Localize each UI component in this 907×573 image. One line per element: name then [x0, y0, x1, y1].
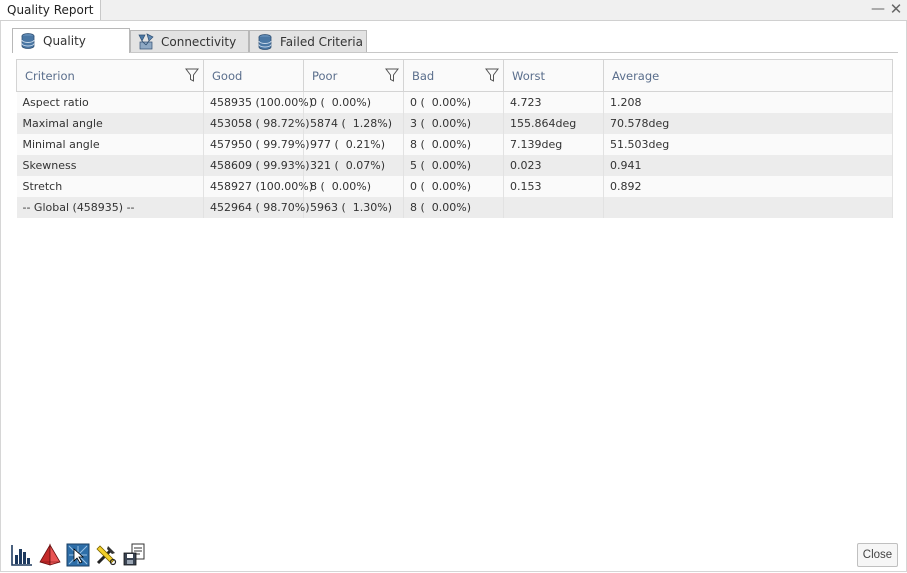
cell-bad: 3 ( 0.00%): [403, 113, 504, 134]
cell-average: [603, 197, 893, 218]
quality-table: Criterion Good Poor Bad Worst Average As…: [16, 59, 893, 219]
cell-average: 1.208: [603, 91, 893, 113]
table-row[interactable]: Maximal angle 453058 ( 98.72%) 5874 ( 1.…: [16, 113, 893, 134]
cell-criterion: Stretch: [16, 176, 204, 197]
cell-bad: 0 ( 0.00%): [403, 176, 504, 197]
filter-icon[interactable]: [385, 68, 399, 83]
cell-average: 0.892: [603, 176, 893, 197]
cell-worst: 4.723: [503, 91, 604, 113]
table-row[interactable]: Aspect ratio 458935 (100.00%) 0 ( 0.00%)…: [16, 91, 893, 113]
tab-failed-criteria[interactable]: Failed Criteria: [249, 30, 367, 52]
cell-worst: [503, 197, 604, 218]
cell-average: 0.941: [603, 155, 893, 176]
cell-good: 457950 ( 99.79%): [203, 134, 310, 155]
cell-criterion: Maximal angle: [16, 113, 204, 134]
cell-good: 453058 ( 98.72%): [203, 113, 310, 134]
column-header-bad[interactable]: Bad: [403, 59, 504, 92]
table-row-global[interactable]: -- Global (458935) -- 452964 ( 98.70%) 5…: [16, 197, 893, 218]
column-header-good[interactable]: Good: [203, 59, 304, 92]
cell-poor: 8 ( 0.00%): [303, 176, 404, 197]
cell-poor: 321 ( 0.07%): [303, 155, 404, 176]
cell-poor: 5963 ( 1.30%): [303, 197, 404, 218]
cell-good: 452964 ( 98.70%): [203, 197, 310, 218]
column-header-label: Good: [212, 68, 243, 83]
table-row[interactable]: Stretch 458927 (100.00%) 8 ( 0.00%) 0 ( …: [16, 176, 893, 197]
tab-quality-label: Quality: [43, 34, 86, 48]
cell-worst: 155.864deg: [503, 113, 604, 134]
cell-worst: 7.139deg: [503, 134, 604, 155]
cell-good: 458609 ( 99.93%): [203, 155, 310, 176]
connectivity-icon: [138, 32, 154, 49]
table-row[interactable]: Skewness 458609 ( 99.93%) 321 ( 0.07%) 5…: [16, 155, 893, 176]
cell-bad: 5 ( 0.00%): [403, 155, 504, 176]
tab-connectivity-label: Connectivity: [161, 34, 237, 49]
cell-bad: 8 ( 0.00%): [403, 134, 504, 155]
close-button[interactable]: Close: [857, 543, 898, 567]
filter-icon[interactable]: [485, 68, 499, 83]
column-header-criterion[interactable]: Criterion: [16, 59, 204, 92]
column-header-label: Criterion: [25, 68, 75, 83]
export-report-icon[interactable]: [122, 543, 146, 567]
close-icon[interactable]: ✕: [888, 1, 904, 17]
tab-bar: Quality Connectivity Failed Criteria: [12, 28, 898, 53]
cell-bad: 0 ( 0.00%): [403, 91, 504, 113]
cell-poor: 0 ( 0.00%): [303, 91, 404, 113]
bottom-toolbar: [10, 543, 146, 567]
column-header-label: Poor: [312, 68, 338, 83]
column-header-label: Bad: [412, 68, 435, 83]
column-header-label: Worst: [512, 68, 545, 83]
cell-criterion: Aspect ratio: [16, 91, 204, 113]
title-bar: Quality Report — ✕: [0, 0, 907, 21]
mesh-element-icon[interactable]: [38, 543, 62, 567]
cell-worst: 0.153: [503, 176, 604, 197]
column-header-poor[interactable]: Poor: [303, 59, 404, 92]
cell-average: 51.503deg: [603, 134, 893, 155]
column-header-label: Average: [612, 68, 660, 83]
cell-bad: 8 ( 0.00%): [403, 197, 504, 218]
cell-criterion: Skewness: [16, 155, 204, 176]
database-icon: [21, 33, 35, 49]
cell-average: 70.578deg: [603, 113, 893, 134]
table-header-row: Criterion Good Poor Bad Worst Average: [16, 59, 893, 92]
tab-quality[interactable]: Quality: [12, 28, 130, 53]
cell-poor: 5874 ( 1.28%): [303, 113, 404, 134]
cell-good: 458927 (100.00%): [203, 176, 313, 197]
cell-poor: 977 ( 0.21%): [303, 134, 404, 155]
minimize-icon[interactable]: —: [870, 1, 886, 17]
column-header-worst[interactable]: Worst: [503, 59, 604, 92]
filter-icon[interactable]: [185, 68, 199, 83]
cell-criterion: -- Global (458935) --: [16, 197, 204, 218]
table-row[interactable]: Minimal angle 457950 ( 99.79%) 977 ( 0.2…: [16, 134, 893, 155]
window-title: Quality Report: [0, 0, 102, 20]
column-header-average[interactable]: Average: [603, 59, 893, 92]
repair-tools-icon[interactable]: [94, 543, 118, 567]
cell-worst: 0.023: [503, 155, 604, 176]
tab-failed-criteria-label: Failed Criteria: [280, 34, 363, 49]
cell-criterion: Minimal angle: [16, 134, 204, 155]
database-icon: [258, 33, 272, 50]
select-elements-icon[interactable]: [66, 543, 90, 567]
tab-connectivity[interactable]: Connectivity: [130, 30, 249, 52]
cell-good: 458935 (100.00%): [203, 91, 313, 113]
histogram-icon[interactable]: [10, 543, 34, 567]
